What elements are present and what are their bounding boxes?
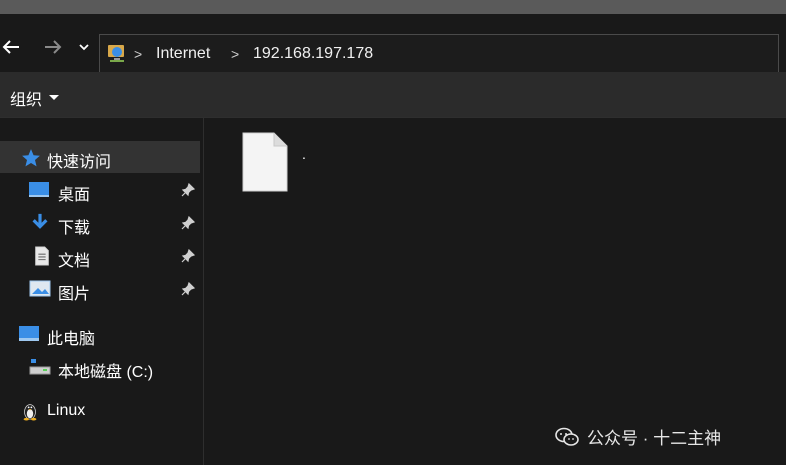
- drive-icon: [29, 359, 51, 375]
- file-name: .: [302, 146, 306, 162]
- sidebar-item-label: 快速访问: [47, 154, 112, 171]
- address-separator: >: [134, 46, 143, 62]
- pictures-icon: [29, 280, 51, 297]
- network-location-icon: [108, 45, 124, 62]
- sidebar-item-local-disk[interactable]: 本地磁盘 (C:): [0, 351, 200, 383]
- recent-locations-button[interactable]: [75, 36, 93, 58]
- sidebar-item-downloads[interactable]: 下载: [0, 207, 200, 239]
- star-icon: [22, 149, 40, 167]
- wechat-icon: [555, 427, 579, 446]
- pin-icon[interactable]: [181, 249, 195, 263]
- command-bar: 组织: [0, 72, 786, 117]
- back-arrow-icon: [2, 40, 19, 54]
- sidebar-item-label: 桌面: [58, 187, 91, 204]
- sidebar-item-label: 文档: [58, 253, 91, 270]
- watermark: 公众号 · 十二主神: [555, 424, 721, 449]
- back-button[interactable]: [0, 36, 22, 58]
- file-list-area: .: [204, 118, 786, 465]
- linux-tux-icon: [23, 404, 37, 421]
- pin-icon[interactable]: [181, 183, 195, 197]
- sidebar-item-label: 此电脑: [47, 331, 96, 348]
- sidebar-item-this-pc[interactable]: 此电脑: [0, 318, 200, 350]
- organize-label: 组织: [10, 92, 43, 109]
- sidebar-item-label: 图片: [58, 286, 91, 303]
- pin-icon[interactable]: [181, 282, 195, 296]
- sidebar-item-label: 下载: [58, 220, 91, 237]
- sidebar-item-quick-access[interactable]: 快速访问: [0, 141, 200, 173]
- forward-arrow-icon: [45, 40, 62, 54]
- chevron-down-icon: [79, 44, 89, 51]
- watermark-text: 公众号 · 十二主神: [587, 429, 722, 448]
- sidebar-item-label: Linux: [47, 402, 86, 419]
- download-icon: [32, 213, 48, 229]
- sidebar-item-linux[interactable]: Linux: [0, 395, 200, 427]
- breadcrumb-internet[interactable]: Internet: [156, 45, 210, 63]
- sidebar-item-label: 本地磁盘 (C:): [58, 364, 154, 381]
- navigation-bar: > Internet > 192.168.197.178: [0, 14, 786, 74]
- desktop-icon: [29, 182, 49, 197]
- breadcrumb-host[interactable]: 192.168.197.178: [253, 45, 373, 63]
- document-icon: [35, 246, 49, 266]
- navigation-pane: 快速访问 桌面 下载 文档 图片 此电脑 本地磁盘 (C:) Linux: [0, 118, 203, 465]
- file-item[interactable]: .: [242, 132, 332, 202]
- address-bar[interactable]: > Internet > 192.168.197.178: [99, 34, 779, 74]
- organize-button[interactable]: 组织: [10, 86, 60, 110]
- sidebar-item-documents[interactable]: 文档: [0, 240, 200, 272]
- blank-file-icon: [242, 132, 288, 192]
- computer-icon: [19, 326, 39, 341]
- forward-button[interactable]: [42, 36, 64, 58]
- sidebar-item-pictures[interactable]: 图片: [0, 273, 200, 305]
- dropdown-triangle-icon: [49, 95, 60, 100]
- address-separator: >: [231, 46, 240, 62]
- window-top-strip: [0, 0, 786, 14]
- sidebar-item-desktop[interactable]: 桌面: [0, 174, 200, 206]
- pin-icon[interactable]: [181, 216, 195, 230]
